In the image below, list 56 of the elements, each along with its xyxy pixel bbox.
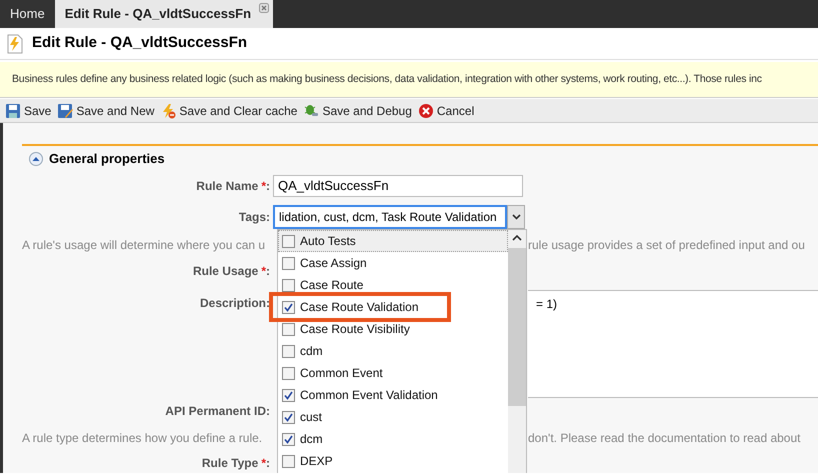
tag-option[interactable]: Case Route Visibility <box>278 318 508 340</box>
checkbox[interactable] <box>282 410 295 424</box>
rule-name-field[interactable]: QA_vldtSuccessFn <box>273 175 523 197</box>
checkbox[interactable] <box>282 300 295 314</box>
help-text: rule usage provides a set of predefined input and ou <box>528 237 805 254</box>
help-text: A rule's usage will determine where you can u <box>22 237 266 254</box>
tag-option[interactable]: Case Route Validation <box>278 296 508 318</box>
field-label: Rule Type *: <box>202 456 270 470</box>
rule-icon <box>6 34 24 54</box>
description-field[interactable]: = 1) <box>528 290 818 398</box>
checkbox[interactable] <box>282 366 295 380</box>
field-label: Tags: <box>238 210 270 224</box>
tab[interactable]: Edit Rule - QA_vldtSuccessFn <box>54 0 274 28</box>
help-text: A rule type determines how you define a rule. <box>22 430 264 447</box>
tag-option[interactable]: dcm <box>278 428 508 450</box>
field-label: API Permanent ID: <box>165 404 270 418</box>
toolbar-button[interactable]: Save and Clear cache <box>159 102 298 120</box>
checkbox[interactable] <box>282 234 295 248</box>
checkbox[interactable] <box>282 388 295 402</box>
bug-icon <box>303 102 320 118</box>
scroll-thumb[interactable] <box>508 248 526 406</box>
page-title: Edit Rule - QA_vldtSuccessFn <box>32 33 248 54</box>
tags-field[interactable]: lidation, cust, dcm, Task Route Validation <box>273 205 507 229</box>
tag-option[interactable]: cdm <box>278 340 508 362</box>
tag-option[interactable]: Auto Tests <box>278 230 508 252</box>
dropdown-button[interactable] <box>507 205 525 229</box>
checkbox[interactable] <box>282 344 295 358</box>
info-text: Business rules define any business related logic (such as making business decisions, data validation, integration with other systems, work routing, etc...). Those rules inc <box>12 72 762 87</box>
checkbox[interactable] <box>282 322 295 336</box>
toolbar-button[interactable]: Save and Debug <box>302 102 413 120</box>
checkbox[interactable] <box>282 454 295 468</box>
floppy-pencil-icon <box>57 102 74 118</box>
tab[interactable]: Home <box>0 0 55 28</box>
field-label: Rule Name *: <box>196 179 270 193</box>
checkbox[interactable] <box>282 278 295 292</box>
toolbar-button[interactable]: Cancel <box>416 102 476 120</box>
checkbox[interactable] <box>282 432 295 446</box>
tag-option[interactable]: Common Event Validation <box>278 384 508 406</box>
field-label: Rule Usage *: <box>192 264 270 278</box>
field-label: Description: <box>200 296 270 310</box>
close-icon[interactable] <box>259 3 270 13</box>
toolbar-button[interactable]: Save and New <box>56 102 156 120</box>
checkbox[interactable] <box>282 256 295 270</box>
toolbar-button[interactable]: Save <box>4 102 52 120</box>
scrollbar[interactable] <box>508 230 526 473</box>
tag-option[interactable]: Common Event <box>278 362 508 384</box>
caret-icon <box>512 214 520 220</box>
section-title: General properties <box>49 150 165 168</box>
lightning-icon <box>160 102 176 118</box>
collapse-icon[interactable] <box>29 152 43 166</box>
cancel-icon <box>418 102 434 118</box>
help-text: don't. Please read the documentation to read about <box>528 430 800 447</box>
tag-option[interactable]: cust <box>278 406 508 428</box>
tag-option[interactable]: Case Route <box>278 274 508 296</box>
tag-option[interactable]: DEXP <box>278 450 508 472</box>
tag-option[interactable]: Case Assign <box>278 252 508 274</box>
